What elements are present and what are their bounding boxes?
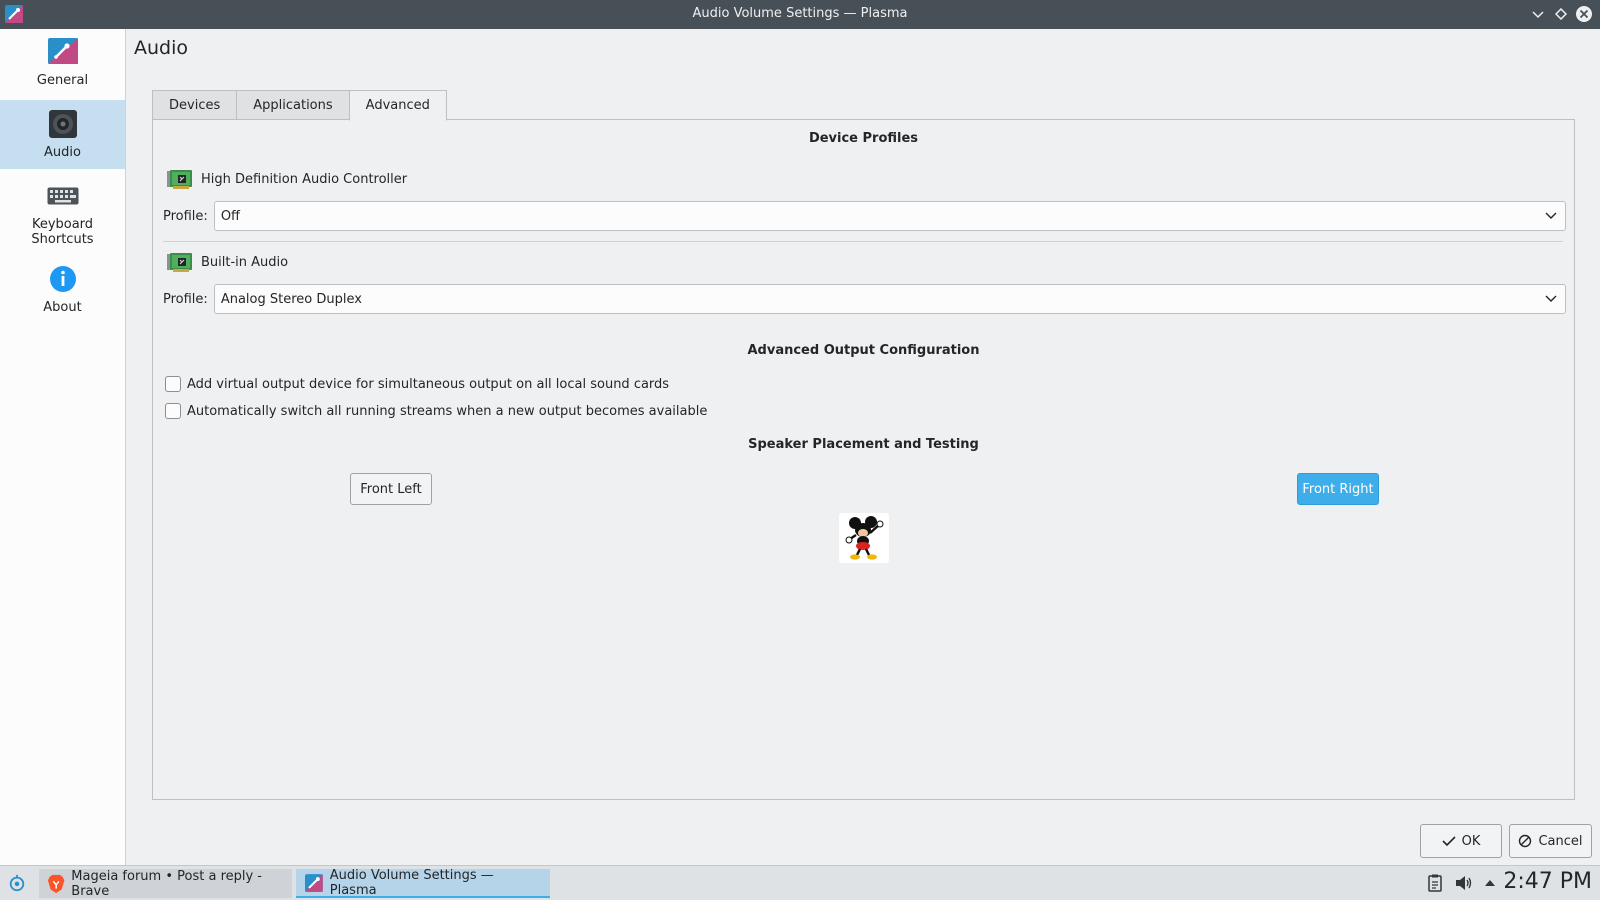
- sidebar-item-label: General: [36, 73, 89, 88]
- volume-icon[interactable]: [1455, 874, 1473, 892]
- device-profiles-heading: Device Profiles: [808, 131, 919, 146]
- device-name: High Definition Audio Controller: [201, 171, 408, 187]
- plasma-settings-icon: [304, 873, 323, 892]
- cancel-icon: [1519, 834, 1532, 848]
- ok-button[interactable]: OK: [1420, 824, 1502, 858]
- sidebar-item-label: About: [43, 300, 82, 315]
- sidebar-item-audio[interactable]: Audio: [0, 100, 125, 169]
- task-label: Mageia forum • Post a reply - Brave: [71, 868, 263, 899]
- diamond-icon: [1555, 8, 1567, 20]
- general-icon: [46, 35, 80, 69]
- chevron-down-icon: [1545, 295, 1557, 302]
- auto-switch-option[interactable]: Automatically switch all running streams…: [165, 403, 707, 419]
- tray-expand-icon[interactable]: [1481, 874, 1499, 892]
- brave-icon: [47, 874, 65, 893]
- device-row: Built-in Audio: [167, 252, 288, 272]
- task-audio-settings[interactable]: Audio Volume Settings — Plasma: [296, 867, 550, 898]
- cancel-button[interactable]: Cancel: [1509, 824, 1592, 858]
- device-row: High Definition Audio Controller: [167, 169, 407, 189]
- profile-row: Profile: Off: [163, 201, 1566, 231]
- maximize-button[interactable]: [1551, 4, 1571, 24]
- chevron-down-icon: [1532, 11, 1544, 19]
- virtual-output-checkbox[interactable]: [165, 376, 181, 392]
- profile-label: Profile:: [163, 208, 208, 224]
- ok-label: OK: [1461, 833, 1481, 849]
- taskbar: Mageia forum • Post a reply - Brave Audi…: [0, 865, 1600, 900]
- profile-select-value: Analog Stereo Duplex: [220, 291, 362, 307]
- profile-label: Profile:: [163, 291, 208, 307]
- window-titlebar[interactable]: Audio Volume Settings — Plasma: [0, 0, 1600, 29]
- sidebar-item-label-line1: Keyboard: [31, 217, 94, 232]
- clipboard-icon[interactable]: [1426, 874, 1444, 892]
- keyboard-icon: [46, 179, 80, 213]
- sidebar-item-label: Audio: [44, 145, 81, 160]
- close-button[interactable]: [1574, 4, 1594, 24]
- tab-applications[interactable]: Applications: [236, 90, 350, 120]
- profile-select-value: Off: [220, 208, 241, 224]
- divider: [163, 241, 1563, 242]
- advanced-output-heading: Advanced Output Configuration: [747, 343, 980, 358]
- speaker-testing-heading: Speaker Placement and Testing: [748, 437, 979, 452]
- checkmark-icon: [1442, 836, 1456, 847]
- sidebar-item-label-line2: Shortcuts: [31, 232, 94, 247]
- minimize-button[interactable]: [1528, 4, 1548, 24]
- auto-switch-checkbox[interactable]: [165, 403, 181, 419]
- sidebar-item-general[interactable]: General: [0, 35, 125, 99]
- tab-devices[interactable]: Devices: [152, 90, 238, 120]
- mickey-mouse-image: [839, 513, 889, 563]
- sidebar-item-keyboard-shortcuts[interactable]: Keyboard Shortcuts: [0, 179, 125, 249]
- sound-card-icon: [167, 170, 192, 189]
- tab-advanced[interactable]: Advanced: [348, 90, 447, 121]
- advanced-panel: Device Profiles High Definition Audio Co…: [152, 119, 1575, 800]
- auto-switch-label: Automatically switch all running streams…: [187, 403, 708, 419]
- front-right-button[interactable]: Front Right: [1297, 473, 1379, 505]
- task-label: Audio Volume Settings — Plasma: [329, 867, 494, 898]
- profile-row: Profile: Analog Stereo Duplex: [163, 284, 1566, 314]
- clock[interactable]: 2:47 PM: [1503, 869, 1592, 894]
- device-name: Built-in Audio: [201, 254, 289, 270]
- close-icon: [1576, 6, 1592, 22]
- tab-bar: Devices Applications Advanced: [152, 90, 447, 121]
- page-title: Audio: [134, 37, 189, 59]
- cancel-label: Cancel: [1538, 833, 1583, 849]
- profile-select[interactable]: Off: [213, 201, 1566, 231]
- speaker-icon: [46, 107, 80, 141]
- info-icon: [46, 262, 80, 296]
- sidebar: General Audio Keyboard Shortcuts About: [0, 29, 126, 865]
- chevron-down-icon: [1545, 212, 1557, 219]
- task-brave[interactable]: Mageia forum • Post a reply - Brave: [39, 868, 292, 899]
- sidebar-item-about[interactable]: About: [0, 262, 125, 322]
- application-launcher-icon[interactable]: [8, 874, 26, 892]
- profile-select[interactable]: Analog Stereo Duplex: [213, 284, 1566, 314]
- sound-card-icon: [167, 253, 192, 272]
- front-left-button[interactable]: Front Left: [350, 473, 432, 505]
- virtual-output-label: Add virtual output device for simultaneo…: [187, 376, 670, 392]
- window-title: Audio Volume Settings — Plasma: [692, 6, 908, 21]
- virtual-output-option[interactable]: Add virtual output device for simultaneo…: [165, 376, 669, 392]
